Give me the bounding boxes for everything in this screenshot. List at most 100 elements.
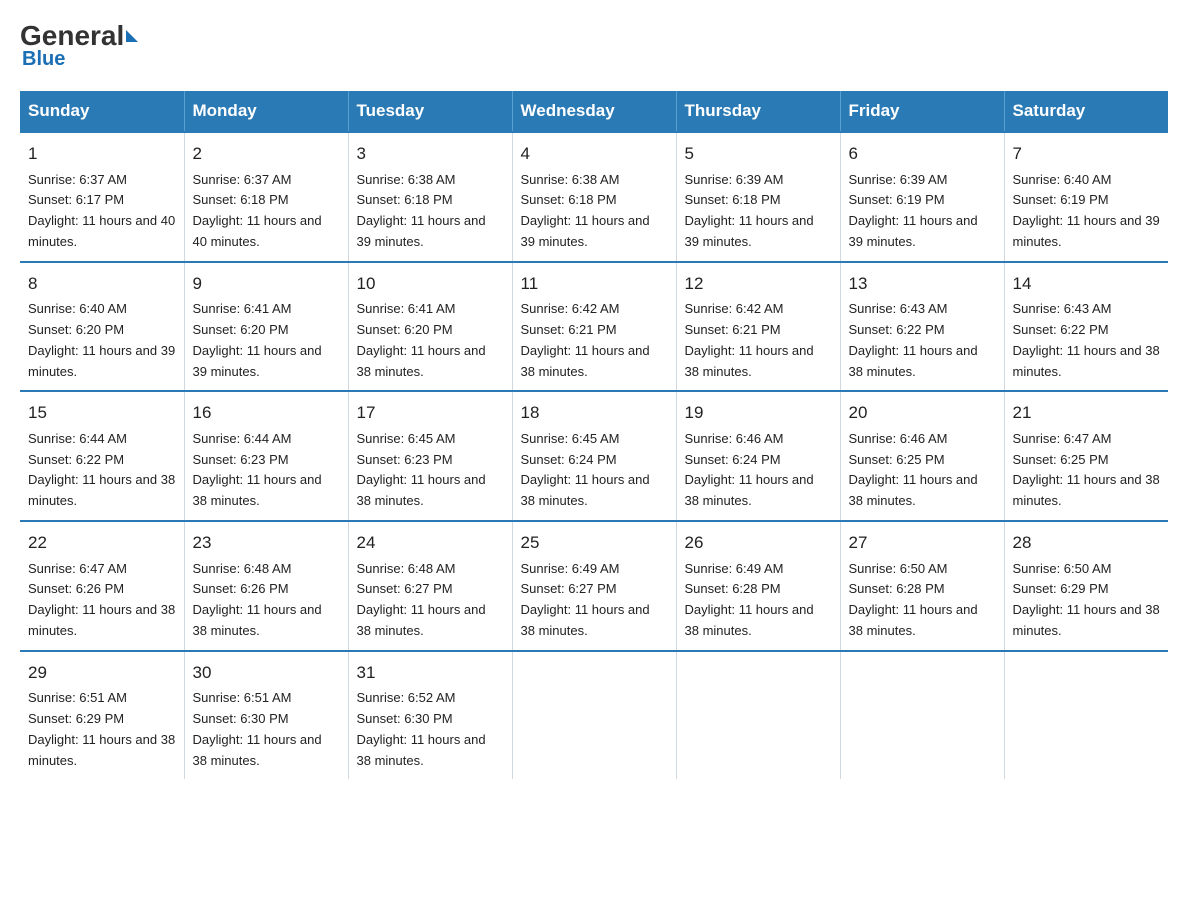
day-number: 14: [1013, 271, 1161, 297]
day-info: Sunrise: 6:47 AMSunset: 6:25 PMDaylight:…: [1013, 431, 1160, 508]
day-number: 9: [193, 271, 340, 297]
day-number: 26: [685, 530, 832, 556]
week-row-4: 22 Sunrise: 6:47 AMSunset: 6:26 PMDayligh…: [20, 521, 1168, 651]
day-number: 28: [1013, 530, 1161, 556]
day-info: Sunrise: 6:48 AMSunset: 6:27 PMDaylight:…: [357, 561, 486, 638]
day-info: Sunrise: 6:50 AMSunset: 6:29 PMDaylight:…: [1013, 561, 1160, 638]
day-number: 6: [849, 141, 996, 167]
day-info: Sunrise: 6:40 AMSunset: 6:19 PMDaylight:…: [1013, 172, 1160, 249]
calendar-cell: 29 Sunrise: 6:51 AMSunset: 6:29 PMDayligh…: [20, 651, 184, 780]
calendar-cell: 10 Sunrise: 6:41 AMSunset: 6:20 PMDayligh…: [348, 262, 512, 392]
day-number: 20: [849, 400, 996, 426]
header-wednesday: Wednesday: [512, 91, 676, 132]
day-info: Sunrise: 6:44 AMSunset: 6:22 PMDaylight:…: [28, 431, 175, 508]
calendar-cell: 11 Sunrise: 6:42 AMSunset: 6:21 PMDayligh…: [512, 262, 676, 392]
day-number: 11: [521, 271, 668, 297]
day-info: Sunrise: 6:43 AMSunset: 6:22 PMDaylight:…: [1013, 301, 1160, 378]
calendar-cell: 5 Sunrise: 6:39 AMSunset: 6:18 PMDaylight…: [676, 132, 840, 262]
calendar-cell: 14 Sunrise: 6:43 AMSunset: 6:22 PMDayligh…: [1004, 262, 1168, 392]
day-number: 29: [28, 660, 176, 686]
day-number: 21: [1013, 400, 1161, 426]
calendar-header-row: SundayMondayTuesdayWednesdayThursdayFrid…: [20, 91, 1168, 132]
day-info: Sunrise: 6:51 AMSunset: 6:30 PMDaylight:…: [193, 690, 322, 767]
day-info: Sunrise: 6:52 AMSunset: 6:30 PMDaylight:…: [357, 690, 486, 767]
day-number: 31: [357, 660, 504, 686]
day-info: Sunrise: 6:49 AMSunset: 6:27 PMDaylight:…: [521, 561, 650, 638]
calendar-cell: 20 Sunrise: 6:46 AMSunset: 6:25 PMDayligh…: [840, 391, 1004, 521]
day-number: 4: [521, 141, 668, 167]
day-info: Sunrise: 6:39 AMSunset: 6:18 PMDaylight:…: [685, 172, 814, 249]
week-row-3: 15Sunrise: 6:44 AMSunset: 6:22 PMDayligh…: [20, 391, 1168, 521]
day-number: 25: [521, 530, 668, 556]
calendar-cell: 22 Sunrise: 6:47 AMSunset: 6:26 PMDayligh…: [20, 521, 184, 651]
calendar-cell: 12 Sunrise: 6:42 AMSunset: 6:21 PMDayligh…: [676, 262, 840, 392]
calendar-cell: 9Sunrise: 6:41 AMSunset: 6:20 PMDaylight…: [184, 262, 348, 392]
day-info: Sunrise: 6:42 AMSunset: 6:21 PMDaylight:…: [521, 301, 650, 378]
calendar-cell: 1 Sunrise: 6:37 AMSunset: 6:17 PMDaylight…: [20, 132, 184, 262]
day-number: 1: [28, 141, 176, 167]
calendar-cell: 15Sunrise: 6:44 AMSunset: 6:22 PMDayligh…: [20, 391, 184, 521]
day-number: 10: [357, 271, 504, 297]
day-number: 19: [685, 400, 832, 426]
calendar-cell: 18Sunrise: 6:45 AMSunset: 6:24 PMDayligh…: [512, 391, 676, 521]
day-info: Sunrise: 6:45 AMSunset: 6:23 PMDaylight:…: [357, 431, 486, 508]
calendar-cell: 19 Sunrise: 6:46 AMSunset: 6:24 PMDayligh…: [676, 391, 840, 521]
calendar-cell: 13Sunrise: 6:43 AMSunset: 6:22 PMDayligh…: [840, 262, 1004, 392]
day-info: Sunrise: 6:41 AMSunset: 6:20 PMDaylight:…: [357, 301, 486, 378]
calendar-cell: 25 Sunrise: 6:49 AMSunset: 6:27 PMDayligh…: [512, 521, 676, 651]
day-info: Sunrise: 6:47 AMSunset: 6:26 PMDaylight:…: [28, 561, 175, 638]
calendar-cell: 31 Sunrise: 6:52 AMSunset: 6:30 PMDayligh…: [348, 651, 512, 780]
logo: General Blue: [20, 20, 140, 71]
calendar-cell: [676, 651, 840, 780]
calendar-cell: 17 Sunrise: 6:45 AMSunset: 6:23 PMDayligh…: [348, 391, 512, 521]
calendar-cell: 21 Sunrise: 6:47 AMSunset: 6:25 PMDayligh…: [1004, 391, 1168, 521]
header-tuesday: Tuesday: [348, 91, 512, 132]
day-number: 3: [357, 141, 504, 167]
day-number: 18: [521, 400, 668, 426]
week-row-5: 29 Sunrise: 6:51 AMSunset: 6:29 PMDayligh…: [20, 651, 1168, 780]
day-info: Sunrise: 6:48 AMSunset: 6:26 PMDaylight:…: [193, 561, 322, 638]
day-info: Sunrise: 6:46 AMSunset: 6:24 PMDaylight:…: [685, 431, 814, 508]
week-row-2: 8Sunrise: 6:40 AMSunset: 6:20 PMDaylight…: [20, 262, 1168, 392]
calendar-cell: 2Sunrise: 6:37 AMSunset: 6:18 PMDaylight…: [184, 132, 348, 262]
day-info: Sunrise: 6:44 AMSunset: 6:23 PMDaylight:…: [193, 431, 322, 508]
day-info: Sunrise: 6:50 AMSunset: 6:28 PMDaylight:…: [849, 561, 978, 638]
day-info: Sunrise: 6:42 AMSunset: 6:21 PMDaylight:…: [685, 301, 814, 378]
day-number: 23: [193, 530, 340, 556]
header-saturday: Saturday: [1004, 91, 1168, 132]
day-number: 22: [28, 530, 176, 556]
day-info: Sunrise: 6:39 AMSunset: 6:19 PMDaylight:…: [849, 172, 978, 249]
calendar-cell: [512, 651, 676, 780]
week-row-1: 1 Sunrise: 6:37 AMSunset: 6:17 PMDaylight…: [20, 132, 1168, 262]
calendar-cell: 27Sunrise: 6:50 AMSunset: 6:28 PMDayligh…: [840, 521, 1004, 651]
day-info: Sunrise: 6:38 AMSunset: 6:18 PMDaylight:…: [357, 172, 486, 249]
day-info: Sunrise: 6:40 AMSunset: 6:20 PMDaylight:…: [28, 301, 175, 378]
day-number: 16: [193, 400, 340, 426]
calendar-cell: 4 Sunrise: 6:38 AMSunset: 6:18 PMDaylight…: [512, 132, 676, 262]
header-thursday: Thursday: [676, 91, 840, 132]
logo-triangle-icon: [126, 30, 138, 42]
day-number: 7: [1013, 141, 1161, 167]
day-number: 17: [357, 400, 504, 426]
calendar-cell: 28 Sunrise: 6:50 AMSunset: 6:29 PMDayligh…: [1004, 521, 1168, 651]
calendar-cell: [840, 651, 1004, 780]
day-info: Sunrise: 6:43 AMSunset: 6:22 PMDaylight:…: [849, 301, 978, 378]
calendar-cell: 8Sunrise: 6:40 AMSunset: 6:20 PMDaylight…: [20, 262, 184, 392]
calendar-cell: 26Sunrise: 6:49 AMSunset: 6:28 PMDayligh…: [676, 521, 840, 651]
calendar-cell: 3 Sunrise: 6:38 AMSunset: 6:18 PMDaylight…: [348, 132, 512, 262]
calendar-cell: 30 Sunrise: 6:51 AMSunset: 6:30 PMDayligh…: [184, 651, 348, 780]
calendar-cell: 16 Sunrise: 6:44 AMSunset: 6:23 PMDayligh…: [184, 391, 348, 521]
day-number: 30: [193, 660, 340, 686]
calendar-table: SundayMondayTuesdayWednesdayThursdayFrid…: [20, 91, 1168, 779]
calendar-cell: [1004, 651, 1168, 780]
day-number: 5: [685, 141, 832, 167]
day-info: Sunrise: 6:37 AMSunset: 6:17 PMDaylight:…: [28, 172, 175, 249]
day-info: Sunrise: 6:38 AMSunset: 6:18 PMDaylight:…: [521, 172, 650, 249]
calendar-cell: 23 Sunrise: 6:48 AMSunset: 6:26 PMDayligh…: [184, 521, 348, 651]
day-info: Sunrise: 6:46 AMSunset: 6:25 PMDaylight:…: [849, 431, 978, 508]
page-header: General Blue: [20, 20, 1168, 71]
logo-blue-text: Blue: [22, 48, 65, 71]
day-info: Sunrise: 6:51 AMSunset: 6:29 PMDaylight:…: [28, 690, 175, 767]
day-number: 2: [193, 141, 340, 167]
day-number: 12: [685, 271, 832, 297]
